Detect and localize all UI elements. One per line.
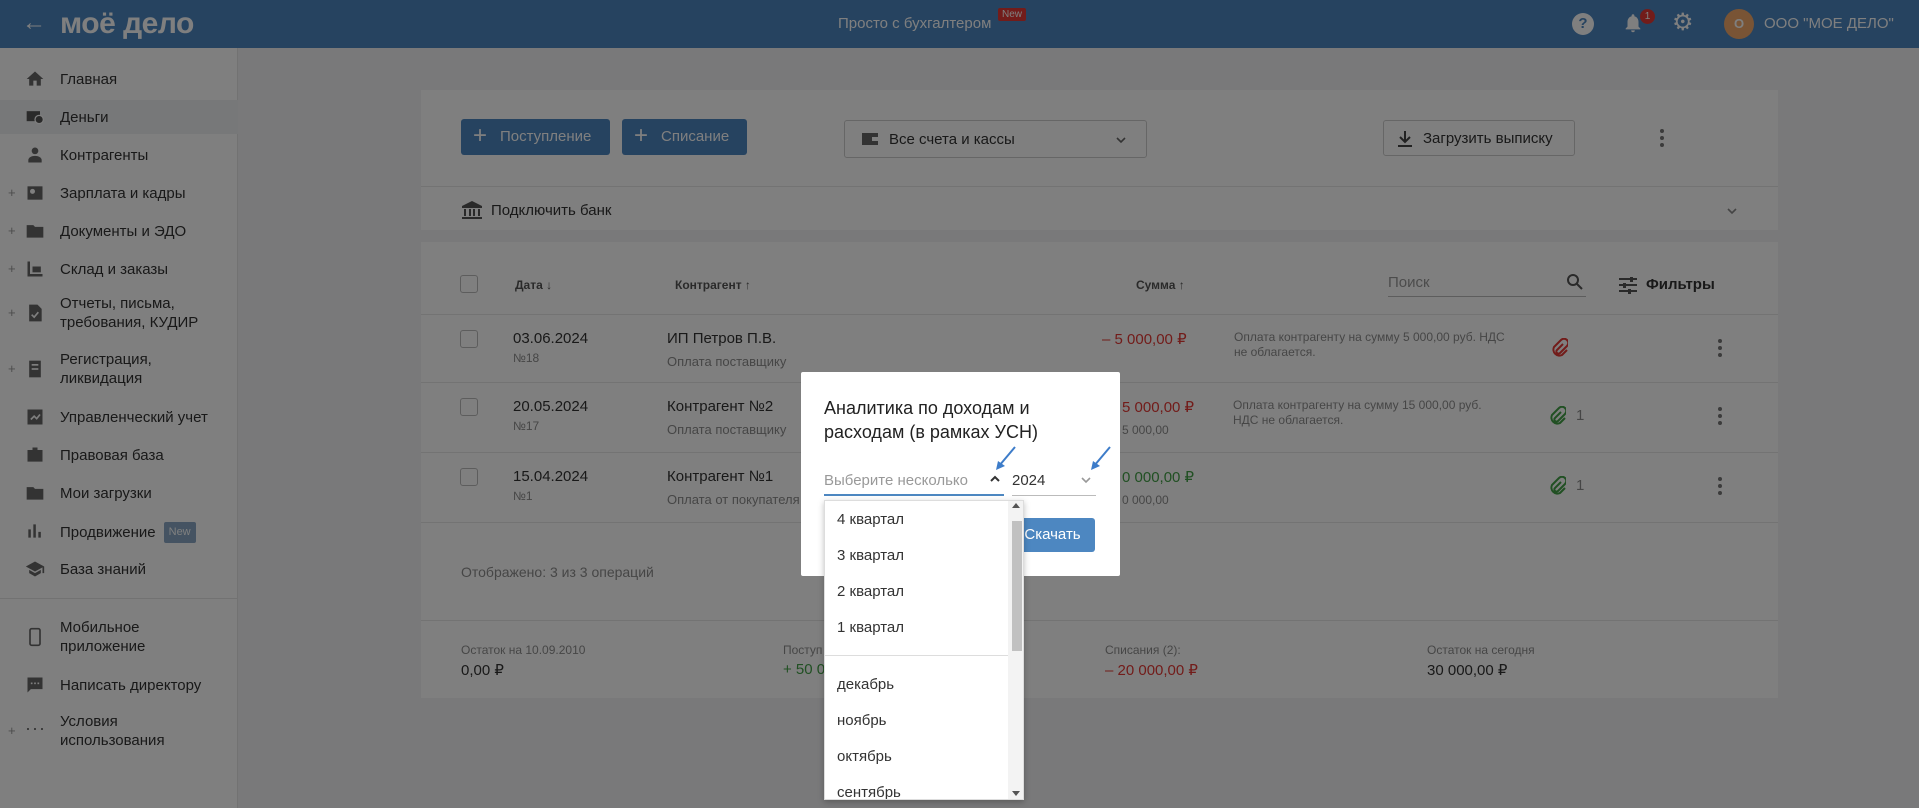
dropdown-option-quarter[interactable]: 2 квартал: [837, 583, 904, 600]
dropdown-option-quarter[interactable]: 1 квартал: [837, 619, 904, 636]
dropdown-scrollbar[interactable]: [1008, 501, 1023, 799]
period-multiselect[interactable]: Выберите несколько: [824, 464, 1004, 496]
dropdown-option-month[interactable]: октябрь: [837, 748, 892, 765]
annotation-arrow-icon: [996, 446, 1016, 470]
scroll-thumb[interactable]: [1012, 521, 1022, 651]
dropdown-option-month[interactable]: декабрь: [837, 676, 894, 693]
year-select[interactable]: 2024: [1012, 464, 1096, 496]
chevron-up-icon[interactable]: [988, 472, 1002, 486]
chevron-down-icon[interactable]: [1080, 474, 1092, 486]
modal-title: Аналитика по доходам и расходам (в рамка…: [824, 398, 1038, 442]
annotation-arrow-icon: [1091, 446, 1111, 470]
period-dropdown: 4 квартал 3 квартал 2 квартал 1 квартал …: [824, 500, 1024, 800]
scroll-down-arrow-icon[interactable]: [1012, 791, 1020, 796]
dropdown-option-month[interactable]: сентябрь: [837, 784, 901, 799]
dropdown-option-quarter[interactable]: 4 квартал: [837, 511, 904, 528]
dropdown-option-month[interactable]: ноябрь: [837, 712, 887, 729]
dropdown-divider: [825, 655, 1008, 656]
dropdown-option-quarter[interactable]: 3 квартал: [837, 547, 904, 564]
scroll-up-arrow-icon[interactable]: [1012, 503, 1020, 508]
